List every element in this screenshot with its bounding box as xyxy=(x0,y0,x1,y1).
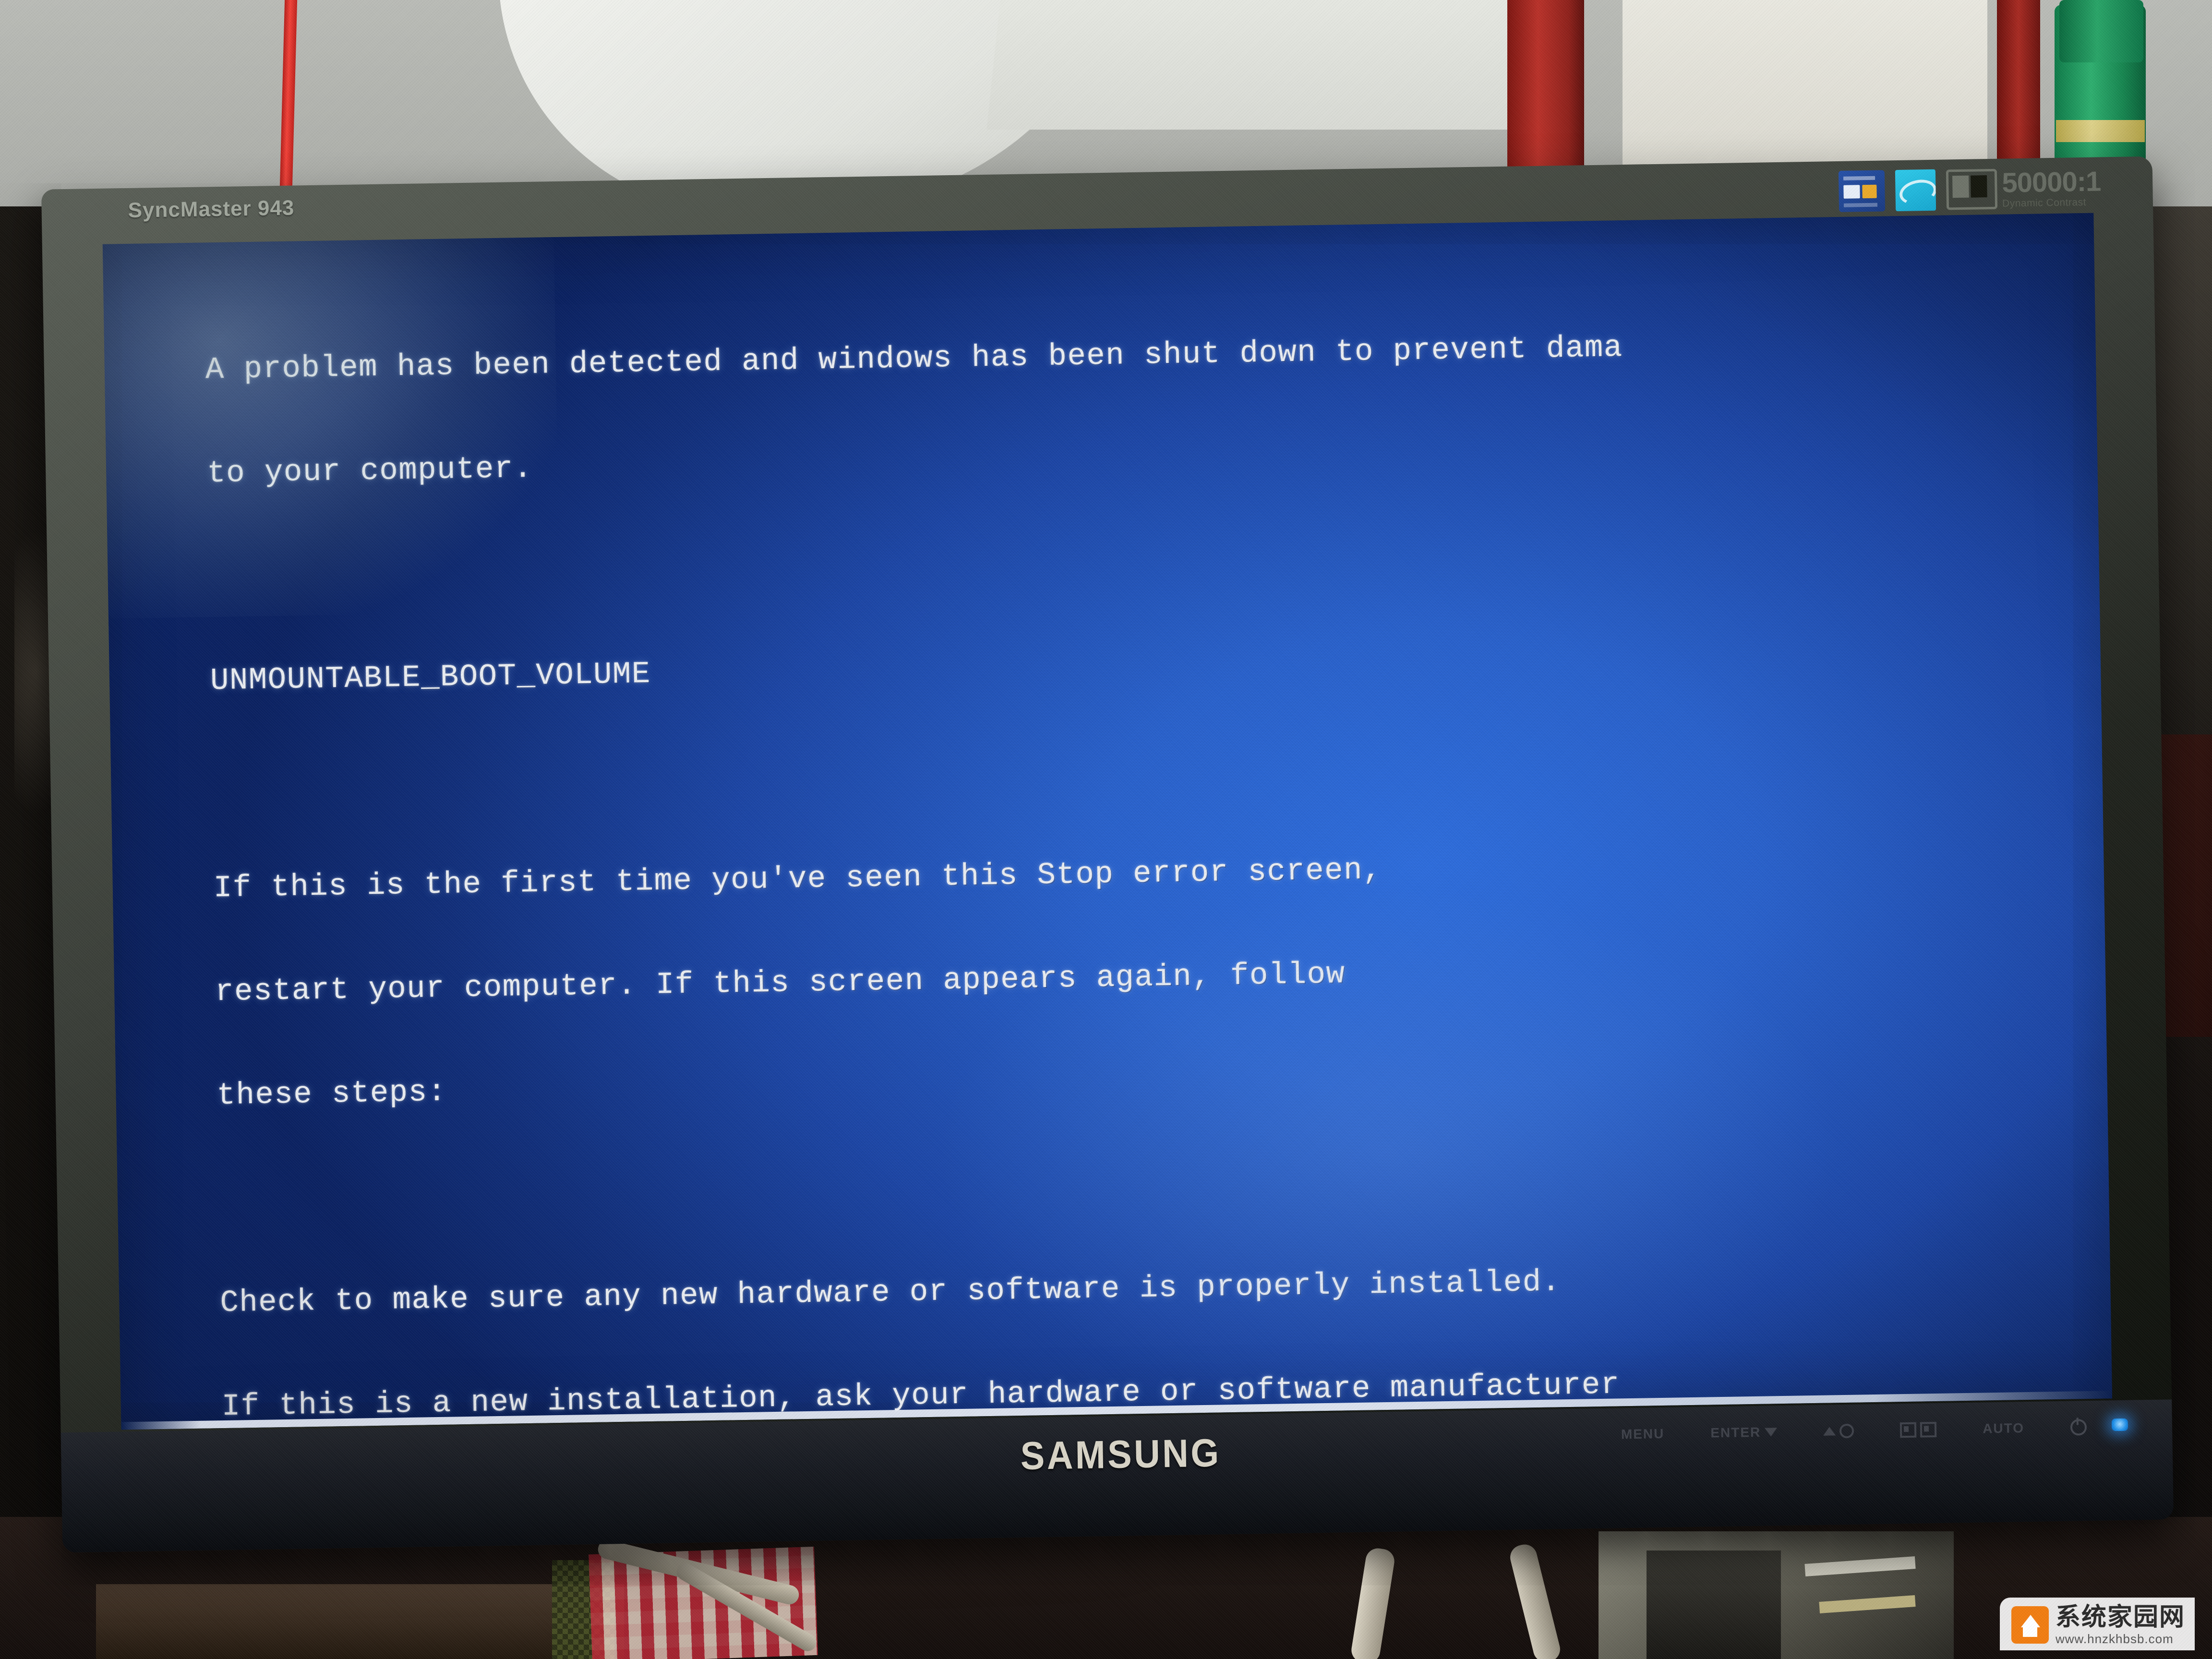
watermark-site-name: 系统家园网 xyxy=(2055,1603,2185,1632)
watermark-url: www.hnzkhbsb.com xyxy=(2055,1631,2174,1646)
monitor-badge-group: 50000:1 Dynamic Contrast xyxy=(1838,166,2101,212)
contrast-ratio-label: Dynamic Contrast xyxy=(2002,196,2087,209)
windows-compatible-sticker xyxy=(1838,170,1886,212)
bsod-text-block: A problem has been detected and windows … xyxy=(204,253,2112,1430)
monitor-screen: A problem has been detected and windows … xyxy=(102,213,2113,1430)
osd-up-button[interactable] xyxy=(1823,1423,1854,1439)
energy-star-sticker xyxy=(1895,169,1936,212)
osd-button-row[interactable]: MENU ENTER AUTO xyxy=(1621,1419,2087,1443)
osd-auto-label: AUTO xyxy=(1982,1420,2025,1436)
photo-scene: SyncMaster 943 50000:1 Dynamic Contrast xyxy=(0,0,2212,1659)
osd-auto-button[interactable]: AUTO xyxy=(1983,1420,2024,1436)
contrast-ratio-value: 50000:1 xyxy=(2001,166,2101,199)
bsod-p2-l1: Check to make sure any new hardware or s… xyxy=(219,1265,1562,1321)
wall-panel-upper xyxy=(986,0,1539,130)
green-spray-can-cap xyxy=(2059,0,2143,62)
bsod-p1-l2: restart your computer. If this screen ap… xyxy=(215,957,1346,1010)
bsod-p1-l3: these steps: xyxy=(216,1075,447,1114)
osd-enter-label: ENTER xyxy=(1710,1424,1761,1441)
house-logo-icon xyxy=(2011,1606,2049,1644)
contrast-icon xyxy=(1946,168,1998,210)
osd-menu-label: MENU xyxy=(1621,1426,1665,1442)
brightness-icon xyxy=(1839,1423,1854,1439)
bsod-title-line1: A problem has been detected and windows … xyxy=(205,331,1623,388)
pc-case-panel xyxy=(1647,1551,1781,1659)
desk-front-edge xyxy=(96,1584,624,1659)
input-icon xyxy=(1920,1422,1937,1438)
osd-power-button[interactable] xyxy=(2070,1419,2087,1436)
bsod-title-line2: to your computer. xyxy=(206,451,533,492)
osd-source-button[interactable] xyxy=(1899,1422,1937,1438)
bsod-p1-l1: If this is the first time you've seen th… xyxy=(213,853,1382,906)
dynamic-contrast-badge: 50000:1 Dynamic Contrast xyxy=(1946,166,2101,210)
bsod-error-code: UNMOUNTABLE_BOOT_VOLUME xyxy=(210,657,651,699)
power-icon xyxy=(2070,1419,2087,1436)
chevron-up-icon xyxy=(1823,1427,1836,1436)
osd-menu-button[interactable]: MENU xyxy=(1621,1426,1665,1442)
green-spray-can-label xyxy=(2056,120,2145,142)
site-watermark: 系统家园网 www.hnzkhbsb.com xyxy=(1999,1598,2195,1650)
source-icon xyxy=(1899,1422,1917,1438)
monitor-model-label: SyncMaster 943 xyxy=(128,196,295,222)
samsung-monitor: SyncMaster 943 50000:1 Dynamic Contrast xyxy=(41,156,2174,1553)
chevron-down-icon xyxy=(1765,1428,1778,1437)
power-led-indicator xyxy=(2111,1418,2128,1431)
samsung-brand-logo: SAMSUNG xyxy=(1020,1431,1222,1478)
osd-enter-button[interactable]: ENTER xyxy=(1710,1424,1778,1441)
